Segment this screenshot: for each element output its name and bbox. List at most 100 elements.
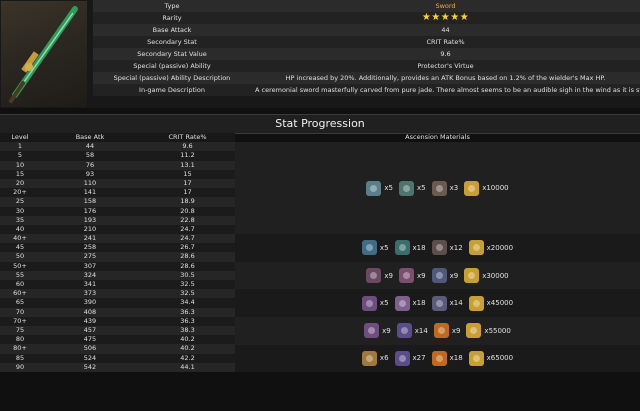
level-cell: 90	[15, 362, 25, 371]
level-cell: 5	[17, 151, 23, 160]
base-atk-cell: 210	[83, 224, 97, 233]
crit-rate-cell: 40.2	[180, 335, 195, 344]
material-quantity: x9	[416, 271, 426, 280]
info-label: Special (passive) Ability Description	[93, 72, 251, 84]
sapling-icon	[361, 295, 377, 311]
base-atk-cell: 193	[83, 215, 97, 224]
material-item: x20000	[468, 240, 514, 256]
claw-icon	[431, 240, 447, 256]
crit-rate-cell: 32.5	[180, 280, 195, 288]
arrowhead-icon	[398, 180, 414, 196]
base-atk-cell: 341	[83, 280, 97, 288]
material-item: x14	[396, 323, 428, 339]
info-value: 44	[251, 24, 640, 36]
level-cell: 40	[15, 224, 25, 233]
crit-rate-cell: 22.8	[180, 215, 195, 224]
crit-rate-cell: 26.7	[180, 243, 195, 252]
material-item: x12	[431, 240, 463, 256]
level-cell: 65	[15, 298, 25, 307]
level-cell: 50	[15, 252, 25, 261]
material-quantity: x14	[449, 299, 463, 308]
mora-icon	[464, 268, 480, 284]
level-cell: 30	[15, 206, 25, 215]
base-atk-cell: 141	[83, 188, 97, 197]
claw-icon	[431, 350, 447, 366]
crit-rate-cell: 13.1	[180, 160, 195, 169]
weapon-image	[1, 1, 87, 107]
base-atk-cell: 110	[83, 178, 97, 187]
material-quantity: x20000	[486, 243, 514, 252]
material-quantity: x6	[379, 354, 389, 363]
material-quantity: x14	[414, 326, 428, 335]
stat-progression-table: Level Base Atk CRIT Rate% Ascension Mate…	[0, 133, 640, 373]
material-item: x5	[366, 180, 393, 196]
ascension-materials-block: x5 x18 x14 x45000	[235, 289, 640, 317]
base-atk-cell: 158	[83, 197, 97, 206]
level-cell: 35	[15, 215, 25, 224]
crit-rate-cell: 36.3	[180, 307, 195, 316]
claw-icon	[433, 323, 449, 339]
mora-icon	[464, 180, 480, 196]
level-cell: 60	[15, 280, 25, 288]
crit-rate-cell: 30.5	[180, 270, 195, 279]
material-item: x18	[394, 240, 426, 256]
crit-rate-cell: 44.1	[180, 362, 195, 371]
level-cell: 25	[15, 197, 25, 206]
crit-rate-cell: 24.7	[180, 234, 195, 243]
info-value: CRIT Rate%	[251, 36, 640, 48]
arrowhead-icon	[394, 295, 410, 311]
info-value: Sword	[251, 0, 640, 12]
crit-rate-header: CRIT Rate%	[168, 133, 207, 141]
material-quantity: x9	[451, 326, 461, 335]
claw-icon	[431, 268, 447, 284]
level-cell: 80	[15, 335, 25, 344]
material-quantity: x9	[384, 271, 393, 280]
base-atk-cell: 390	[83, 298, 97, 307]
stat-progression-title: Stat Progression	[0, 114, 640, 134]
material-item: x5	[361, 240, 389, 256]
sapling-icon	[366, 180, 382, 196]
material-item: x5	[398, 180, 426, 196]
claw-icon	[431, 295, 447, 311]
base-atk-cell: 439	[83, 316, 97, 325]
material-quantity: x3	[449, 184, 459, 193]
material-quantity: x18	[412, 299, 426, 308]
info-value: 9.6	[251, 48, 640, 60]
material-quantity: x55000	[484, 326, 511, 335]
material-item: x9	[431, 268, 458, 284]
crit-rate-cell: 32.5	[180, 289, 195, 298]
material-item: x14	[431, 295, 463, 311]
level-cell: 70	[15, 307, 25, 316]
crit-rate-cell: 11.2	[180, 151, 195, 160]
material-quantity: x27	[412, 354, 426, 363]
level-cell: 75	[15, 325, 25, 334]
level-cell: 45	[15, 243, 25, 252]
crit-rate-cell: 17	[183, 178, 192, 187]
crit-rate-cell: 42.2	[180, 353, 195, 362]
ascension-materials-block: x9 x14 x9 x55000	[235, 316, 640, 345]
material-quantity: x5	[384, 184, 393, 193]
info-label: Secondary Stat	[93, 36, 251, 48]
base-atk-cell: 58	[85, 151, 95, 160]
level-cell: 70+	[13, 316, 27, 325]
base-atk-cell: 76	[85, 160, 95, 169]
base-atk-cell: 307	[83, 261, 97, 270]
info-value: HP increased by 20%. Additionally, provi…	[251, 72, 640, 84]
material-quantity: x5	[379, 243, 389, 252]
base-atk-header: Base Atk	[75, 133, 105, 141]
crit-rate-cell: 40.2	[180, 344, 195, 353]
ascension-materials-block: x5 x5 x3 x10000	[235, 142, 640, 235]
material-item: x18	[394, 295, 426, 311]
arrowhead-icon	[396, 323, 412, 339]
crit-rate-cell: 18.9	[180, 197, 195, 206]
level-cell: 60+	[13, 289, 27, 298]
material-quantity: x30000	[482, 271, 509, 280]
material-quantity: x12	[449, 243, 463, 252]
ascension-materials-block: x9 x9 x9 x30000	[235, 261, 640, 290]
ascension-materials-block: x6 x27 x18 x65000	[235, 344, 640, 373]
info-label: Secondary Stat Value	[93, 48, 251, 60]
info-value: Protector's Virtue	[251, 60, 640, 72]
sapling-icon	[361, 240, 377, 256]
level-cell: 55	[15, 270, 25, 279]
material-item: x55000	[466, 323, 511, 339]
